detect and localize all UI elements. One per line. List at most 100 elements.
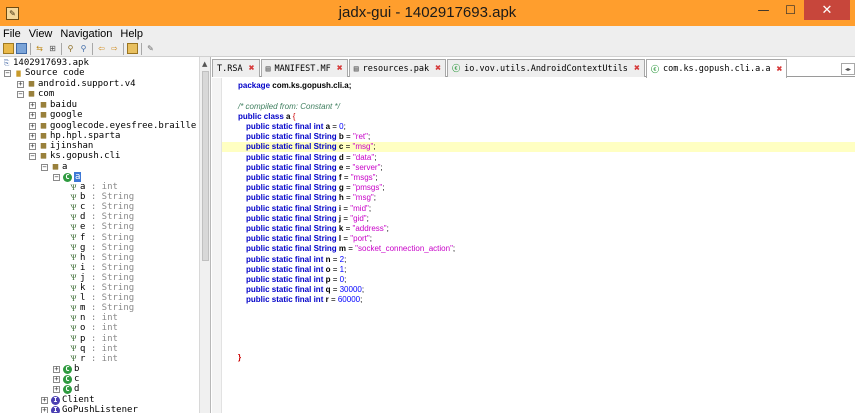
close-tab-icon[interactable]: ✖ bbox=[634, 63, 640, 74]
save-all-icon[interactable] bbox=[16, 43, 27, 54]
tree-package[interactable]: + ▦ google bbox=[29, 110, 83, 120]
tree-interface[interactable]: + I GoPushListener bbox=[41, 405, 138, 413]
tree-package[interactable]: + ▦ android.support.v4 bbox=[17, 79, 136, 89]
class-icon: ⓒ bbox=[452, 64, 461, 73]
forward-icon[interactable]: ⇨ bbox=[109, 43, 120, 54]
field-icon: Ѱ bbox=[70, 233, 77, 242]
tree-interface[interactable]: + I Client bbox=[41, 395, 95, 405]
tree-field[interactable]: Ѱm : String bbox=[69, 303, 135, 313]
expand-icon[interactable]: + bbox=[29, 132, 36, 140]
code-view[interactable]: package com.ks.gopush.cli.a; /* compiled… bbox=[212, 78, 855, 413]
minimize-button[interactable]: — bbox=[750, 0, 777, 20]
tree-field[interactable]: Ѱe : String bbox=[69, 222, 135, 232]
code-line-field: public static final int q = 30000; bbox=[246, 285, 365, 295]
sync-icon[interactable]: ⇆ bbox=[34, 43, 45, 54]
tree-root[interactable]: ⎘ 1402917693.apk bbox=[2, 58, 89, 68]
tree-package[interactable]: − ▦ a bbox=[41, 162, 67, 172]
menu-help[interactable]: Help bbox=[116, 28, 147, 40]
close-tab-icon[interactable]: ✖ bbox=[337, 63, 343, 74]
scroll-up-icon[interactable]: ▲ bbox=[202, 60, 207, 68]
code-line-field: public static final String d = "data"; bbox=[246, 152, 377, 162]
collapse-icon[interactable]: − bbox=[29, 152, 36, 160]
expand-icon[interactable]: + bbox=[41, 406, 48, 413]
expand-icon[interactable]: + bbox=[53, 385, 60, 393]
tree-field[interactable]: Ѱc : String bbox=[69, 202, 135, 212]
tree-class[interactable]: + Cd bbox=[53, 384, 79, 394]
field-icon: Ѱ bbox=[70, 283, 77, 293]
flatten-icon[interactable]: ⊞ bbox=[47, 43, 58, 54]
close-tab-icon[interactable]: ✖ bbox=[249, 63, 255, 74]
expand-icon[interactable]: + bbox=[29, 122, 36, 130]
tree-class[interactable]: + Cb bbox=[53, 364, 79, 374]
tree-field[interactable]: Ѱa : int bbox=[69, 182, 118, 192]
preferences-icon[interactable]: ✎ bbox=[145, 43, 156, 54]
tab-manifest[interactable]: ▤ MANIFEST.MF ✖ bbox=[260, 59, 348, 77]
field-icon: Ѱ bbox=[70, 212, 77, 222]
tree-source-code[interactable]: − ▆ Source code bbox=[4, 68, 85, 78]
close-tab-icon[interactable]: ✖ bbox=[435, 63, 441, 74]
tree-field[interactable]: Ѱq : int bbox=[69, 344, 118, 354]
tab-rsa[interactable]: T.RSA ✖ bbox=[212, 59, 260, 77]
close-button[interactable]: ✕ bbox=[804, 0, 850, 20]
open-icon[interactable] bbox=[3, 43, 14, 54]
tree-field[interactable]: Ѱn : int bbox=[69, 313, 118, 323]
field-icon: Ѱ bbox=[70, 222, 77, 232]
collapse-icon[interactable]: − bbox=[17, 90, 24, 98]
find-class-icon[interactable]: ⚲ bbox=[78, 43, 89, 54]
code-editor: T.RSA ✖ ▤ MANIFEST.MF ✖ ▤ resources.pak … bbox=[212, 57, 855, 413]
code-line-class-decl: public class a { bbox=[238, 112, 296, 121]
tree-field[interactable]: Ѱd : String bbox=[69, 212, 135, 222]
tree-class-selected[interactable]: − C a bbox=[53, 172, 82, 182]
collapse-icon[interactable]: − bbox=[4, 69, 11, 77]
expand-icon[interactable]: + bbox=[29, 101, 36, 109]
tree-package[interactable]: + ▦ baidu bbox=[29, 100, 77, 110]
tree-class[interactable]: + Cc bbox=[53, 374, 79, 384]
code-line-field: public static final int r = 60000; bbox=[246, 295, 363, 305]
tree-field[interactable]: Ѱr : int bbox=[69, 354, 118, 364]
file-icon: ▤ bbox=[353, 64, 359, 73]
expand-icon[interactable]: + bbox=[41, 396, 48, 404]
menu-file[interactable]: File bbox=[0, 28, 25, 40]
close-tab-icon[interactable]: ✖ bbox=[776, 64, 782, 75]
tree-field[interactable]: Ѱg : String bbox=[69, 243, 135, 253]
tree-field[interactable]: Ѱf : String bbox=[69, 233, 135, 243]
menu-navigation[interactable]: Navigation bbox=[56, 28, 116, 40]
menu-view[interactable]: View bbox=[25, 28, 57, 40]
interface-icon: I bbox=[51, 395, 60, 405]
tree-field[interactable]: Ѱl : String bbox=[69, 293, 135, 303]
tab-gopush-a[interactable]: ⓒ com.ks.gopush.cli.a.a ✖ bbox=[645, 59, 788, 78]
code-line-field: public static final String f = "msgs"; bbox=[246, 173, 378, 182]
code-line-field: public static final String h = "msg"; bbox=[246, 193, 376, 203]
tree-package[interactable]: + ▦ googlecode.eyesfree.braille bbox=[29, 121, 196, 131]
project-tree[interactable]: ⎘ 1402917693.apk − ▆ Source code + ▦ and… bbox=[0, 57, 211, 413]
collapse-icon[interactable]: − bbox=[53, 173, 60, 181]
tab-android-context-utils[interactable]: ⓒ io.vov.utils.AndroidContextUtils ✖ bbox=[447, 59, 645, 77]
collapse-icon[interactable]: − bbox=[41, 163, 48, 171]
log-icon[interactable] bbox=[127, 43, 138, 54]
expand-icon[interactable]: + bbox=[29, 142, 36, 150]
package-icon: ▦ bbox=[40, 130, 47, 141]
tree-field[interactable]: Ѱp : int bbox=[69, 334, 118, 344]
tab-scroll-icon[interactable]: ◂▸ bbox=[841, 63, 855, 75]
back-icon[interactable]: ⇦ bbox=[96, 43, 107, 54]
expand-icon[interactable]: + bbox=[53, 365, 60, 373]
expand-icon[interactable]: + bbox=[53, 375, 60, 383]
expand-icon[interactable]: + bbox=[29, 111, 36, 119]
expand-icon[interactable]: + bbox=[17, 80, 24, 88]
tab-resources[interactable]: ▤ resources.pak ✖ bbox=[348, 59, 447, 77]
tree-field[interactable]: Ѱj : String bbox=[69, 273, 135, 283]
tree-field[interactable]: Ѱh : String bbox=[69, 253, 135, 263]
tree-package[interactable]: + ▦ hp.hpl.sparta bbox=[29, 131, 120, 141]
tree-field[interactable]: Ѱo : int bbox=[69, 323, 118, 333]
tree-field[interactable]: Ѱk : String bbox=[69, 283, 135, 293]
maximize-button[interactable]: ☐ bbox=[777, 0, 804, 20]
scroll-thumb[interactable] bbox=[202, 71, 209, 261]
tree-package[interactable]: − ▦ com bbox=[17, 89, 54, 99]
tree-field[interactable]: Ѱi : String bbox=[69, 263, 135, 273]
code-line-close-brace: } bbox=[238, 353, 242, 362]
tree-package[interactable]: − ▦ ks.gopush.cli bbox=[29, 151, 120, 161]
search-icon[interactable]: ⚲ bbox=[65, 43, 76, 54]
tree-scrollbar[interactable]: ▲ bbox=[199, 57, 210, 413]
tree-field[interactable]: Ѱb : String bbox=[69, 192, 135, 202]
tree-package[interactable]: + ▦ ijinshan bbox=[29, 141, 93, 151]
